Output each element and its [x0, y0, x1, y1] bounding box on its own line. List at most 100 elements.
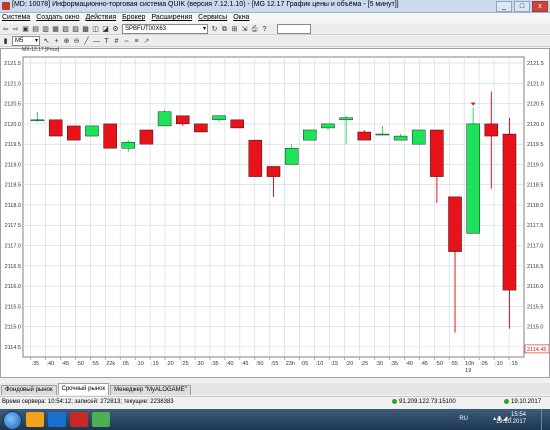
y-tick-label-left: 2120.0 — [4, 122, 21, 128]
filter-icon[interactable]: ⊞ — [231, 26, 238, 33]
x-tick-label: :10 — [316, 361, 324, 367]
print-icon[interactable]: ⎙ — [251, 26, 258, 33]
y-tick-label-left: 2121.0 — [4, 81, 21, 87]
window-titlebar[interactable]: [MD: 10078] Информационно-торговая систе… — [0, 0, 550, 13]
app-icon — [2, 2, 10, 10]
x-tick-label: :30 — [196, 361, 204, 367]
zoom-in-icon[interactable]: ⊕ — [63, 38, 70, 45]
zoom-out-icon[interactable]: ⊖ — [73, 38, 80, 45]
candle-up — [212, 115, 226, 121]
y-tick-label-left: 2121.5 — [4, 61, 21, 67]
x-tick-label: :30 — [375, 361, 383, 367]
candle-down — [67, 125, 81, 141]
window-title: [MD: 10078] Информационно-торговая систе… — [12, 1, 399, 8]
x-tick-label: :40 — [46, 361, 54, 367]
y-tick-label-left: 2116.5 — [5, 264, 21, 270]
start-button[interactable] — [3, 411, 22, 430]
link-icon[interactable]: ⧉ — [221, 26, 228, 33]
x-tick-label: :45 — [420, 361, 428, 367]
timeframe-select[interactable]: M5 ▾ — [12, 36, 40, 46]
list-icon[interactable]: ≡ — [133, 38, 140, 45]
y-tick-label-left: 2118.5 — [5, 183, 21, 189]
x-tick-label: 10h — [465, 361, 474, 367]
candle-down — [448, 196, 462, 252]
settings-icon[interactable]: ⚙ — [112, 26, 119, 33]
menu-broker[interactable]: Брокер — [122, 13, 145, 23]
close-button[interactable]: x — [532, 1, 548, 12]
cursor-icon[interactable]: ↖ — [43, 38, 50, 45]
candle-down — [176, 115, 190, 125]
indicator-icon[interactable]: ↗ — [143, 38, 150, 45]
chart-window[interactable]: 2121.5 2121.5 2121.0 2121.0 2120.5 2120.5 2120… — [0, 48, 550, 378]
back-icon[interactable]: ⇦ — [2, 26, 9, 33]
grid-icon[interactable]: # — [113, 38, 120, 45]
menu-windows[interactable]: Окна — [233, 13, 249, 23]
instrument-value: SPBFUT00X63 — [125, 26, 167, 32]
news-icon[interactable]: ◪ — [102, 26, 109, 33]
main-toolbar: ⇦ ⇨ ▣ ▤ ▥ ▦ ▧ ▨ ▩ ◫ ◪ ⚙ SPBFUT00X63 ▾ ↻ … — [0, 24, 550, 35]
trades-icon[interactable]: ▩ — [82, 26, 89, 33]
candle-up — [157, 111, 172, 127]
connection-icon — [392, 399, 397, 404]
y-tick-label-left: 2115.0 — [5, 325, 21, 331]
order-icon[interactable]: ▦ — [52, 26, 59, 33]
quotes-icon[interactable]: ▨ — [72, 26, 79, 33]
system-tray[interactable]: RU 15:54 19.10.2017 — [459, 412, 526, 426]
crosshair-icon[interactable]: + — [53, 38, 60, 45]
y-tick-label-right: 2116.5 — [527, 264, 543, 270]
instrument-select[interactable]: SPBFUT00X63 ▾ — [122, 24, 208, 34]
search-input[interactable] — [277, 24, 311, 34]
forward-icon[interactable]: ⇨ — [12, 26, 19, 33]
x-tick-sublabel: 19 — [465, 368, 471, 374]
candle-down — [248, 139, 263, 177]
menu-create-window[interactable]: Создать окно — [36, 13, 79, 23]
tab-stock-market[interactable]: Фондовый рынок — [1, 385, 57, 395]
alerts-icon[interactable]: ◫ — [92, 26, 99, 33]
text-tool-icon[interactable]: T — [103, 38, 110, 45]
app-icon[interactable] — [92, 412, 110, 427]
candle-down — [194, 123, 208, 133]
status-date: 19.10.2017 — [504, 399, 541, 405]
explorer-icon[interactable] — [26, 412, 44, 427]
candle-down — [484, 123, 499, 137]
y-tick-label-right: 2116.0 — [527, 284, 543, 290]
export-icon[interactable]: ⇲ — [241, 26, 248, 33]
new-window-icon[interactable]: ▣ — [22, 26, 29, 33]
show-desktop-button[interactable] — [541, 409, 550, 430]
chart-icon[interactable]: ▥ — [42, 26, 49, 33]
x-tick-label: :55 — [271, 361, 279, 367]
chevron-down-icon: ▾ — [202, 26, 206, 32]
menu-extensions[interactable]: Расширения — [151, 13, 192, 23]
y-tick-label-left: 2114.5 — [5, 345, 21, 351]
tab-manager[interactable]: Менеджер "MyALOGAME" — [110, 385, 191, 395]
menu-actions[interactable]: Действия — [85, 13, 116, 23]
fit-icon[interactable]: ⇔ — [123, 38, 130, 45]
language-indicator[interactable]: RU — [459, 416, 468, 423]
chart-type-icon[interactable]: ▮ — [2, 38, 9, 45]
quik-icon[interactable] — [70, 412, 88, 427]
table-icon[interactable]: ▤ — [32, 26, 39, 33]
refresh-icon[interactable]: ↻ — [211, 26, 218, 33]
x-tick-label: :50 — [435, 361, 443, 367]
x-tick-label: :35 — [390, 361, 398, 367]
candle-up — [466, 123, 480, 234]
hline-tool-icon[interactable]: ― — [93, 38, 100, 45]
candle-up — [303, 129, 317, 141]
y-tick-label-left: 2119.5 — [5, 142, 21, 148]
maximize-button[interactable]: □ — [514, 1, 530, 12]
line-tool-icon[interactable]: ╱ — [83, 38, 90, 45]
price-chart[interactable]: 2121.5 2121.5 2121.0 2121.0 2120.5 2120.5 2120… — [1, 49, 549, 377]
portfolio-icon[interactable]: ▧ — [62, 26, 69, 33]
x-tick-label: :45 — [61, 361, 69, 367]
chevron-down-icon: ▾ — [34, 38, 38, 44]
browser-icon[interactable] — [48, 412, 66, 427]
x-tick-label: :45 — [241, 361, 249, 367]
y-tick-label-right: 2117.0 — [527, 244, 543, 250]
help-icon[interactable]: ? — [261, 26, 268, 33]
x-tick-label: :50 — [76, 361, 84, 367]
menu-services[interactable]: Сервисы — [198, 13, 227, 23]
x-tick-label: :40 — [405, 361, 413, 367]
minimize-button[interactable]: _ — [496, 1, 512, 12]
tab-futures-market[interactable]: Срочный рынок — [57, 383, 110, 395]
menu-system[interactable]: Система — [2, 13, 30, 23]
